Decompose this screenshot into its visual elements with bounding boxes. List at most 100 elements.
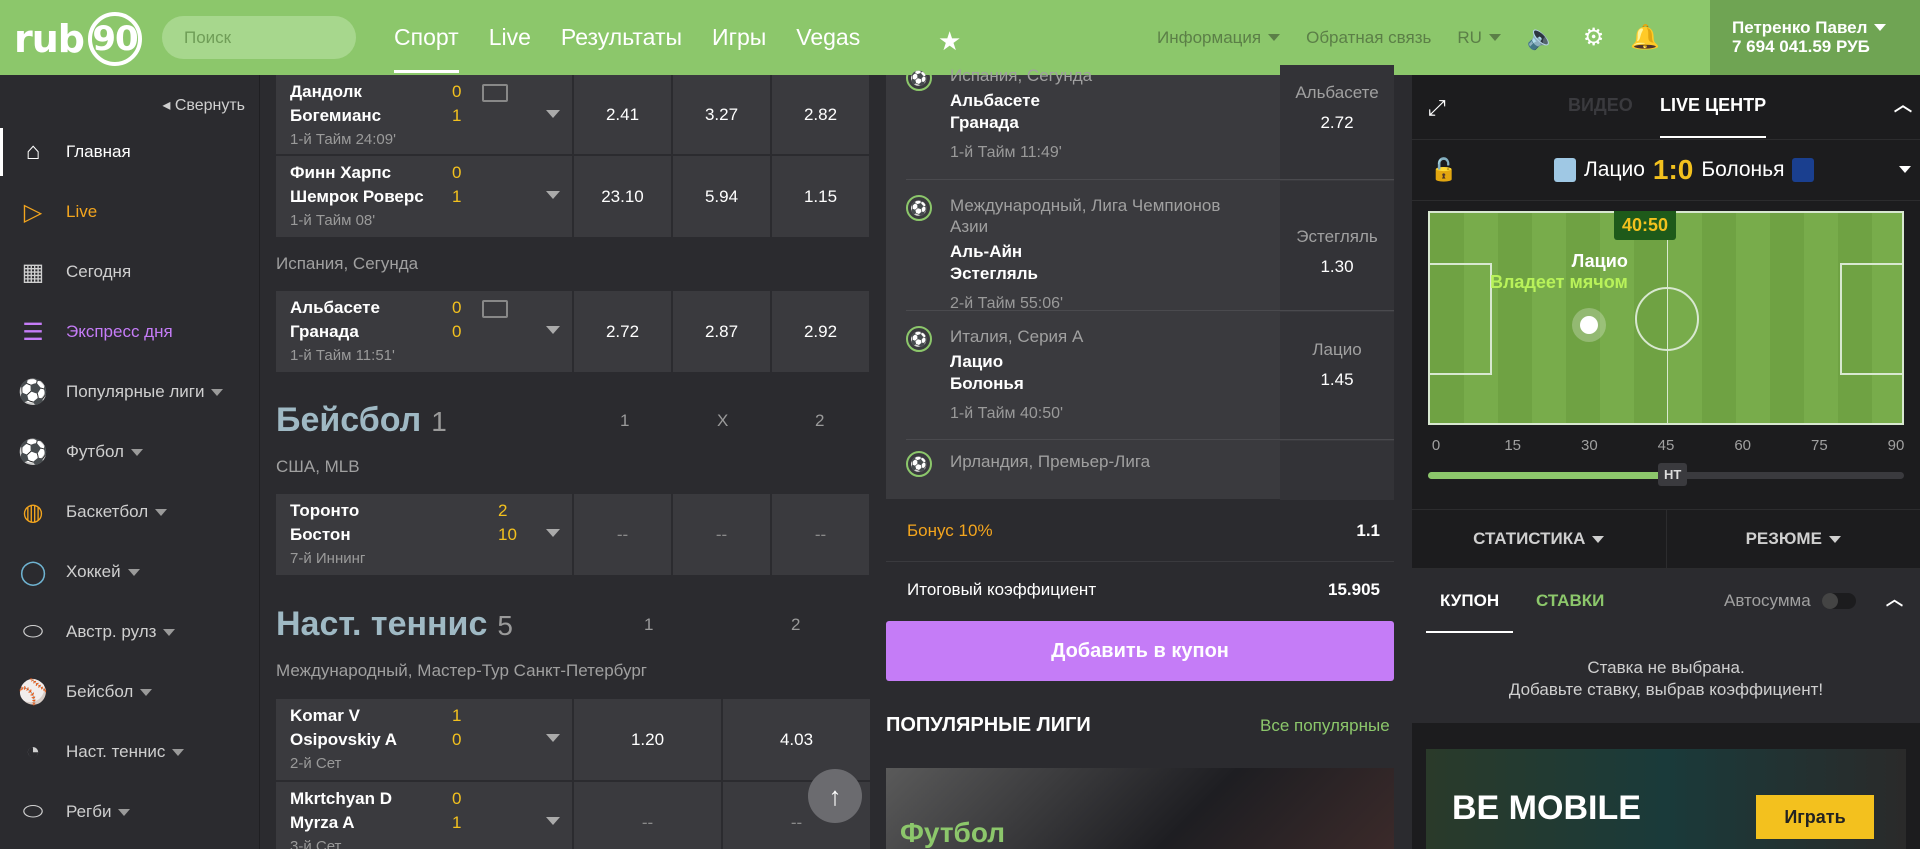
chevron-down-icon[interactable] [546, 529, 560, 537]
promo-banner[interactable]: BE MOBILE Играть [1426, 749, 1906, 849]
expand-icon[interactable]: ⤢ [1428, 95, 1446, 121]
scroll-top-button[interactable]: ↑ [808, 769, 862, 823]
odd-2[interactable]: 4.03 [723, 699, 870, 780]
sidebar-item-today[interactable]: ▦ Сегодня [0, 248, 260, 296]
nav-games[interactable]: Игры [712, 24, 766, 51]
sidebar-item-rugby[interactable]: ⬭ Регби [0, 788, 260, 836]
play-icon: ▷ [23, 198, 43, 226]
sidebar-item-basketball[interactable]: ◍ Баскетбол [0, 488, 260, 536]
tab-coupon[interactable]: КУПОН [1426, 591, 1514, 633]
match-row[interactable]: Альбасете Гранада 1-й Тайм 11:51' 00 2.7… [276, 291, 871, 372]
coupon-time: 2-й Тайм 55:06' [950, 295, 1064, 312]
match-time: 7-й Иннинг [290, 550, 366, 567]
nav-vegas[interactable]: Vegas [796, 24, 860, 51]
match-row[interactable]: Komar V Osipovskiy A 2-й Сет 10 1.20 4.0… [276, 699, 871, 780]
pitch-visualization: 40:50 Лацио Владеет мячом [1428, 211, 1904, 425]
match-row[interactable]: Финн Харпс Шемрок Роверс 1-й Тайм 08' 01… [276, 156, 871, 237]
resume-button[interactable]: РЕЗЮМЕ [1667, 510, 1920, 568]
field-icon[interactable] [482, 84, 508, 102]
pick-label: Эстегляль [1296, 227, 1378, 246]
coupon-pick[interactable]: Эстегляль 1.30 [1280, 181, 1394, 310]
play-button[interactable]: Играть [1756, 795, 1874, 839]
sidebar-item-popular-leagues[interactable]: ⚽ Популярные лиги [0, 368, 260, 416]
match-row[interactable]: Дандолк Богемианс 1-й Тайм 24:09' 01 2.4… [276, 75, 871, 154]
odd-1[interactable]: 1.20 [574, 699, 721, 780]
odd-x[interactable]: 3.27 [673, 75, 770, 154]
odd-2[interactable]: 1.15 [772, 156, 869, 237]
team-1: Альбасете [290, 298, 380, 317]
coupon-row[interactable]: ⚽ Италия, Серия А Лацио Болонья 1-й Тайм … [906, 312, 1394, 440]
nav-live[interactable]: Live [489, 24, 531, 51]
chevron-down-icon[interactable] [546, 191, 560, 199]
collapse-button[interactable]: ◂ Свернуть [162, 95, 245, 115]
odd-x[interactable]: 2.87 [673, 291, 770, 372]
sport-title: Наст. теннис [276, 605, 488, 643]
collapse-icon[interactable]: ︿ [1894, 91, 1912, 117]
tab-video[interactable]: ВИДЕО [1568, 95, 1633, 116]
field-icon[interactable] [482, 300, 508, 318]
odd-2[interactable]: 2.82 [772, 75, 869, 154]
timeline-tick: 45 [1657, 437, 1675, 454]
favorites-star-icon[interactable]: ★ [938, 26, 961, 57]
sidebar-item-label: Экспресс дня [66, 322, 173, 341]
possession-text: Владеет мячом [1490, 272, 1628, 292]
info-label: Информация [1157, 27, 1262, 47]
autosum-label: Автосумма [1724, 591, 1811, 610]
odd-2[interactable]: -- [772, 494, 869, 575]
popular-league-card[interactable]: Футбол [886, 768, 1394, 849]
chevron-down-icon[interactable] [546, 734, 560, 742]
chevron-down-icon[interactable] [546, 817, 560, 825]
search-input[interactable] [162, 16, 356, 59]
sidebar-item-baseball[interactable]: ⚾ Бейсбол [0, 668, 260, 716]
match-row[interactable]: Mkrtchyan D Myrza A 3-й Сет 01 -- -- [276, 782, 871, 849]
coupon-row[interactable]: ⚽ Испания, Сегунда Альбасете Гранада 1-й … [906, 65, 1394, 180]
coupon-row[interactable]: ⚽ Международный, Лига Чемпионов Азии Аль… [906, 181, 1394, 312]
language-dropdown[interactable]: RU [1457, 28, 1501, 48]
tab-bets[interactable]: СТАВКИ [1536, 591, 1604, 611]
coupon-row[interactable]: ⚽ Ирландия, Премьер-Лига [906, 441, 1394, 501]
coupon-league: Италия, Серия А [950, 327, 1084, 346]
coupon-pick[interactable]: Лацио 1.45 [1280, 312, 1394, 439]
user-account[interactable]: Петренко Павел 7 694 041.59 РУБ [1710, 0, 1920, 75]
collapse-icon[interactable]: ︿ [1886, 585, 1903, 610]
odd-1[interactable]: -- [574, 782, 721, 849]
tab-live-center[interactable]: LIVE ЦЕНТР [1660, 95, 1767, 138]
info-dropdown[interactable]: Информация [1157, 27, 1281, 48]
sidebar-item-aussie-rules[interactable]: ⬭ Австр. рулз [0, 608, 260, 656]
odd-1[interactable]: 2.41 [574, 75, 671, 154]
score-1: 0 [452, 789, 462, 808]
all-popular-link[interactable]: Все популярные [1260, 716, 1390, 736]
nav-results[interactable]: Результаты [561, 24, 682, 51]
odd-x[interactable]: 5.94 [673, 156, 770, 237]
sidebar-item-football[interactable]: ⚽ Футбол [0, 428, 260, 476]
sound-icon[interactable]: 🔈 [1527, 23, 1557, 52]
total-value: 15.905 [1328, 579, 1380, 599]
chevron-down-icon [1874, 24, 1887, 31]
gear-icon[interactable]: ⚙ [1583, 23, 1605, 52]
odd-2[interactable]: 2.92 [772, 291, 869, 372]
add-to-coupon-button[interactable]: Добавить в купон [886, 621, 1394, 681]
sidebar-item-live[interactable]: ▷ Live [0, 188, 260, 236]
nav-sport[interactable]: Спорт [394, 2, 459, 73]
chevron-down-icon[interactable] [546, 110, 560, 118]
match-row[interactable]: Торонто Бостон 7-й Иннинг 2 10 -- -- -- [276, 494, 871, 575]
statistics-button[interactable]: СТАТИСТИКА [1412, 510, 1667, 568]
odd-1[interactable]: 23.10 [574, 156, 671, 237]
odd-x[interactable]: -- [673, 494, 770, 575]
autosum-toggle[interactable] [1822, 593, 1856, 609]
sidebar-item-home[interactable]: ⌂ Главная [0, 128, 260, 176]
bell-icon[interactable]: 🔔 [1630, 23, 1660, 52]
sidebar-item-table-tennis[interactable]: ◔ Наст. теннис [0, 728, 260, 776]
sidebar-item-express[interactable]: ☰ Экспресс дня [0, 308, 260, 356]
unlock-icon[interactable]: 🔓 [1430, 157, 1457, 183]
odd-1[interactable]: -- [574, 494, 671, 575]
coupon-pick[interactable]: Альбасете 2.72 [1280, 65, 1394, 179]
timeline-progress [1428, 472, 1666, 479]
coupon-pick[interactable] [1280, 441, 1394, 501]
chevron-down-icon[interactable] [1899, 166, 1911, 173]
odd-1[interactable]: 2.72 [574, 291, 671, 372]
sidebar-item-hockey[interactable]: ◯ Хоккей [0, 548, 260, 596]
logo[interactable]: rub 90 [14, 12, 142, 66]
feedback-link[interactable]: Обратная связь [1306, 28, 1431, 48]
chevron-down-icon[interactable] [546, 326, 560, 334]
